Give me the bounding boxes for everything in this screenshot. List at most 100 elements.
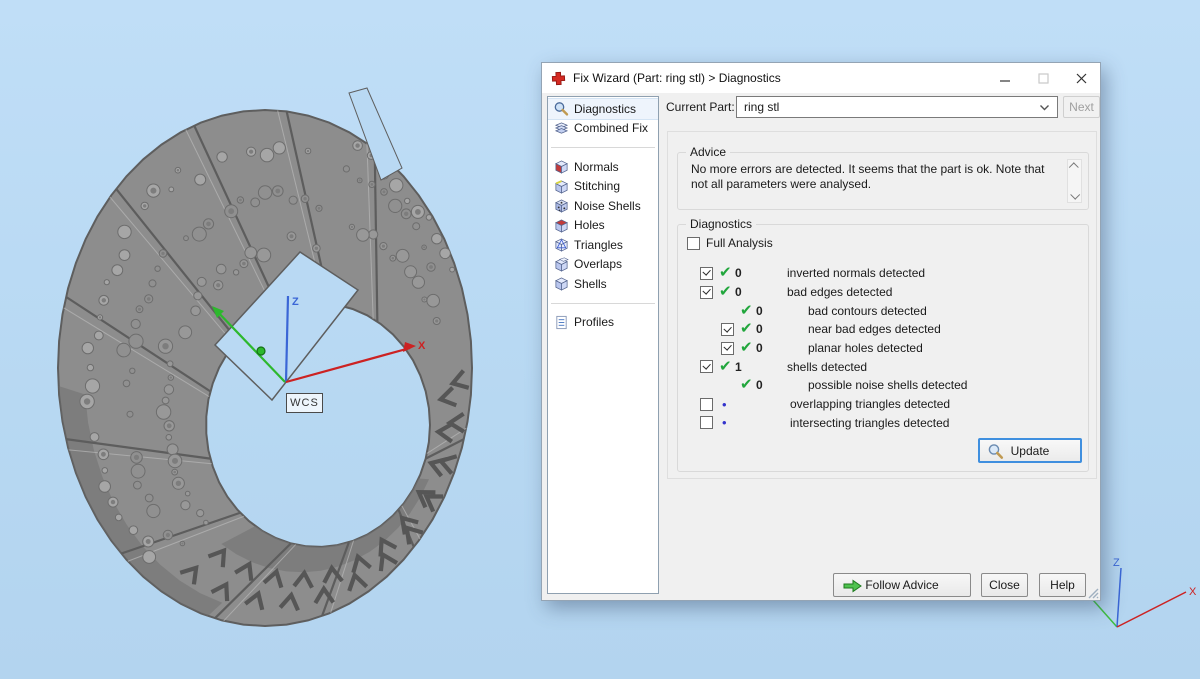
diagnostic-row: ✔0near bad edges detected xyxy=(680,320,1086,339)
check-ok-icon: ✔ xyxy=(719,266,733,280)
current-part-combobox[interactable]: ring stl xyxy=(736,96,1058,118)
check-ok-icon: ✔ xyxy=(740,304,754,318)
sidebar-item-combined-fix[interactable]: Combined Fix xyxy=(548,119,658,139)
update-button[interactable]: Update xyxy=(978,438,1082,463)
application-window: Z X Z X WCS Fix Wizard (Part: ring stl) … xyxy=(0,0,1200,679)
diagnostic-row: • intersecting triangles detected xyxy=(680,414,1086,433)
close-button[interactable] xyxy=(1062,63,1100,93)
row-label: near bad edges detected xyxy=(808,322,941,336)
row-label: bad edges detected xyxy=(787,285,892,299)
wizard-sidebar: Diagnostics Combined Fix Normals Stitching N… xyxy=(547,96,659,594)
scroll-up-icon[interactable] xyxy=(1068,160,1081,173)
row-label: inverted normals detected xyxy=(787,266,925,280)
full-analysis-label: Full Analysis xyxy=(706,236,773,250)
row-label: planar holes detected xyxy=(808,341,923,355)
row-checkbox[interactable] xyxy=(700,360,713,373)
sidebar-item-label: Profiles xyxy=(574,315,614,329)
sidebar-separator xyxy=(551,147,655,148)
window-controls xyxy=(986,63,1100,93)
row-label: bad contours detected xyxy=(808,304,927,318)
close-icon xyxy=(1076,73,1087,84)
sidebar-item-label: Diagnostics xyxy=(574,102,636,116)
profiles-icon xyxy=(553,314,569,330)
close-button[interactable]: Close xyxy=(981,573,1028,597)
minimize-button[interactable] xyxy=(986,63,1024,93)
diagnostic-row: • overlapping triangles detected xyxy=(680,395,1086,414)
row-count: 1 xyxy=(733,360,787,374)
sidebar-item-label: Normals xyxy=(574,160,619,174)
check-ok-icon: ✔ xyxy=(740,322,754,336)
row-checkbox[interactable] xyxy=(721,342,734,355)
combined-fix-icon xyxy=(553,120,569,136)
diagnostic-row: ✔0inverted normals detected xyxy=(680,264,1086,283)
row-count: 0 xyxy=(733,266,787,280)
maximize-button xyxy=(1024,63,1062,93)
sidebar-item-noise-shells[interactable]: Noise Shells xyxy=(548,196,658,216)
not-analysed-dot-icon: • xyxy=(719,416,736,429)
resize-grip[interactable] xyxy=(1086,586,1099,599)
shells-icon xyxy=(553,276,569,292)
sidebar-item-profiles[interactable]: Profiles xyxy=(548,313,658,333)
stitching-icon xyxy=(553,178,569,194)
row-checkbox[interactable] xyxy=(700,267,713,280)
diagnostic-row: ✔0possible noise shells detected xyxy=(680,376,1086,395)
sidebar-item-label: Combined Fix xyxy=(574,121,648,135)
y-axis-handle[interactable] xyxy=(257,347,265,355)
current-part-label: Current Part: xyxy=(666,100,735,114)
row-count: 0 xyxy=(733,285,787,299)
sidebar-item-stitching[interactable]: Stitching xyxy=(548,177,658,197)
sidebar-item-label: Triangles xyxy=(574,238,623,252)
follow-advice-label: Follow Advice xyxy=(865,578,938,592)
sidebar-item-label: Stitching xyxy=(574,179,620,193)
diagnostics-group-title: Diagnostics xyxy=(686,217,756,231)
dialog-titlebar[interactable]: Fix Wizard (Part: ring stl) > Diagnostic… xyxy=(542,63,1100,93)
update-button-label: Update xyxy=(1011,444,1050,458)
check-ok-icon: ✔ xyxy=(719,360,733,374)
scroll-down-icon[interactable] xyxy=(1068,189,1081,202)
row-checkbox[interactable] xyxy=(721,323,734,336)
holes-icon xyxy=(553,217,569,233)
full-analysis-checkbox[interactable] xyxy=(687,237,700,250)
ring-model[interactable] xyxy=(58,88,472,626)
diagnostic-row: ✔0bad contours detected xyxy=(680,301,1086,320)
row-checkbox[interactable] xyxy=(700,286,713,299)
check-ok-icon: ✔ xyxy=(740,341,754,355)
dialog-title: Fix Wizard (Part: ring stl) > Diagnostic… xyxy=(573,71,781,85)
row-label: overlapping triangles detected xyxy=(790,397,950,411)
advice-group-title: Advice xyxy=(686,145,730,159)
sidebar-item-overlaps[interactable]: Overlaps xyxy=(548,255,658,275)
sidebar-item-holes[interactable]: Holes xyxy=(548,216,658,236)
overlaps-icon xyxy=(553,256,569,272)
check-ok-icon: ✔ xyxy=(719,285,733,299)
magnifier-icon xyxy=(553,101,569,117)
wcs-label: WCS xyxy=(286,393,323,413)
diagnostic-row: ✔1shells detected xyxy=(680,357,1086,376)
sidebar-item-diagnostics[interactable]: Diagnostics xyxy=(548,99,658,119)
full-analysis-row: Full Analysis xyxy=(687,236,773,250)
noise-shells-icon xyxy=(553,198,569,214)
normals-icon xyxy=(553,159,569,175)
fix-wizard-dialog: Fix Wizard (Part: ring stl) > Diagnostic… xyxy=(541,62,1101,601)
row-checkbox[interactable] xyxy=(700,416,713,429)
sidebar-item-normals[interactable]: Normals xyxy=(548,157,658,177)
diagnostics-list: ✔0inverted normals detected✔0bad edges d… xyxy=(680,264,1086,432)
row-label: intersecting triangles detected xyxy=(790,416,949,430)
follow-advice-button[interactable]: Follow Advice xyxy=(833,573,971,597)
check-ok-icon: ✔ xyxy=(740,378,754,392)
row-count: 0 xyxy=(754,304,808,318)
diagnostic-row: ✔0bad edges detected xyxy=(680,283,1086,302)
row-checkbox[interactable] xyxy=(700,398,713,411)
minimize-icon xyxy=(1000,73,1011,84)
advice-scrollbar[interactable] xyxy=(1067,159,1082,203)
sidebar-item-label: Holes xyxy=(574,218,605,232)
help-button[interactable]: Help xyxy=(1039,573,1086,597)
not-analysed-dot-icon: • xyxy=(719,398,736,411)
advice-text: No more errors are detected. It seems th… xyxy=(691,162,1054,192)
fix-wizard-cross-icon xyxy=(551,70,567,86)
sidebar-item-triangles[interactable]: Triangles xyxy=(548,235,658,255)
content-panel: Advice No more errors are detected. It s… xyxy=(667,131,1097,479)
sidebar-item-shells[interactable]: Shells xyxy=(548,274,658,294)
diagnostics-groupbox: Diagnostics Full Analysis ✔0inverted nor… xyxy=(677,224,1089,472)
advice-groupbox: Advice No more errors are detected. It s… xyxy=(677,152,1089,210)
current-part-value: ring stl xyxy=(737,100,779,114)
